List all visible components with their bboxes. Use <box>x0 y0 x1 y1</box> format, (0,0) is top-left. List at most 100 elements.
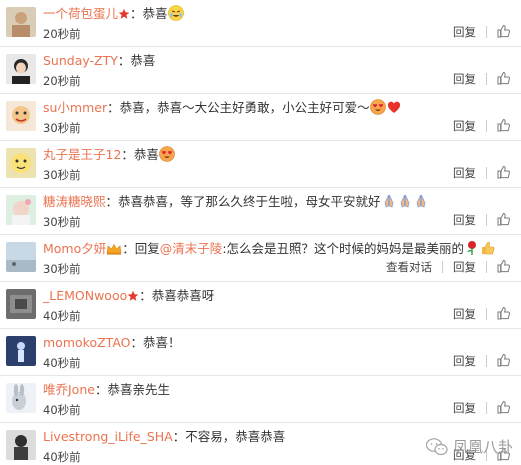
reply-prefix: 回复 <box>134 241 160 256</box>
comment-row: 唯乔Jone：恭喜亲先生 40秒前 回复 <box>0 376 521 423</box>
reply-button[interactable]: 回复 <box>453 24 476 40</box>
red-heart-emoji <box>387 101 400 113</box>
red-star-badge-icon <box>118 8 130 19</box>
avatar[interactable] <box>6 101 36 131</box>
comment-body: su小mmer：恭喜，恭喜～大公主好勇敢，小公主好可爱～ <box>43 99 511 117</box>
comment-body: 唯乔Jone：恭喜亲先生 <box>43 381 511 399</box>
comment-actions: 回复 <box>453 70 511 88</box>
comment-row: _LEMONwooo ：恭喜恭喜呀 40秒前 回复 <box>0 282 521 329</box>
pray-emoji <box>384 194 393 208</box>
divider <box>486 214 487 226</box>
separator: ： <box>107 100 120 115</box>
like-icon[interactable] <box>497 24 511 41</box>
avatar[interactable] <box>6 54 36 84</box>
reply-button[interactable]: 回复 <box>453 353 476 369</box>
reply-button[interactable]: 回复 <box>453 118 476 134</box>
like-icon[interactable] <box>497 118 511 135</box>
reply-button[interactable]: 回复 <box>453 212 476 228</box>
separator: ： <box>130 335 144 350</box>
like-icon[interactable] <box>497 306 511 323</box>
divider <box>486 26 487 38</box>
like-icon[interactable] <box>497 165 511 182</box>
divider <box>486 261 487 273</box>
separator: ： <box>122 241 135 256</box>
username-link[interactable]: su小mmer <box>43 100 107 115</box>
divider <box>486 73 487 85</box>
username-link[interactable]: 一个荷包蛋儿 <box>43 6 118 21</box>
timestamp: 20秒前 <box>43 27 81 41</box>
mention-link[interactable]: @清末子陵 <box>160 241 223 256</box>
comment-body: 一个荷包蛋儿 ：恭喜 <box>43 5 511 23</box>
comment-body: 糖涛糖晓熙：恭喜恭喜，等了那么久终于生啦，母女平安就好 <box>43 193 511 211</box>
divider <box>486 308 487 320</box>
comment-text: 恭喜！ <box>143 335 181 350</box>
like-icon[interactable] <box>497 71 511 88</box>
avatar[interactable] <box>6 336 36 366</box>
comment-text: 恭喜 <box>142 6 168 21</box>
reply-button[interactable]: 回复 <box>453 165 476 181</box>
separator: ： <box>121 147 134 162</box>
username-link[interactable]: Sunday-ZTY <box>43 53 118 68</box>
comment-body: 丸子是王子12：恭喜 <box>43 146 511 164</box>
divider <box>442 261 443 273</box>
avatar[interactable] <box>6 430 36 460</box>
like-icon[interactable] <box>497 400 511 417</box>
avatar[interactable] <box>6 383 36 413</box>
reply-button[interactable]: 回复 <box>453 400 476 416</box>
comment-actions: 回复 <box>453 23 511 41</box>
avatar[interactable] <box>6 148 36 178</box>
comment-row: Momo夕妍 ：回复@清末子陵:怎么会是丑照？这个时候的妈妈是最美丽的 30秒前 … <box>0 235 521 282</box>
pray-emoji <box>416 194 425 208</box>
pray-emoji <box>400 194 409 208</box>
avatar[interactable] <box>6 242 36 272</box>
heart-eyes-emoji <box>369 99 386 115</box>
timestamp: 30秒前 <box>43 262 81 276</box>
reply-button[interactable]: 回复 <box>453 259 476 275</box>
reply-button[interactable]: 回复 <box>453 71 476 87</box>
comment-row: momokoZTAO：恭喜！ 40秒前 回复 <box>0 329 521 376</box>
username-link[interactable]: 糖涛糖晓熙 <box>43 194 106 209</box>
username-link[interactable]: 唯乔Jone <box>43 382 95 397</box>
wechat-icon <box>425 437 448 455</box>
heart-eyes-emoji <box>159 146 175 162</box>
avatar[interactable] <box>6 195 36 225</box>
comment-text: 恭喜 <box>133 147 159 162</box>
username-link[interactable]: _LEMONwooo <box>43 288 127 303</box>
like-icon[interactable] <box>497 353 511 370</box>
comment-body: Sunday-ZTY：恭喜 <box>43 52 511 70</box>
comment-actions: 回复 <box>453 117 511 135</box>
comment-actions: 回复 <box>453 305 511 323</box>
comment-row: 一个荷包蛋儿 ：恭喜 20秒前 回复 <box>0 0 521 47</box>
comment-list: 一个荷包蛋儿 ：恭喜 20秒前 回复 Sunday-ZTY：恭喜 20秒前 回复 … <box>0 0 521 465</box>
username-link[interactable]: 丸子是王子12 <box>43 147 121 162</box>
watermark: 凤凰八卦 <box>425 436 513 457</box>
like-icon[interactable] <box>497 212 511 229</box>
comment-text: 恭喜 <box>130 53 156 68</box>
comment-actions: 回复 <box>453 164 511 182</box>
comment-row: su小mmer：恭喜，恭喜～大公主好勇敢，小公主好可爱～ 30秒前 回复 <box>0 94 521 141</box>
divider <box>486 402 487 414</box>
comment-actions: 回复 <box>453 399 511 417</box>
separator: ： <box>94 382 108 397</box>
rose-emoji <box>467 241 477 255</box>
avatar[interactable] <box>6 7 36 37</box>
comment-body: Momo夕妍 ：回复@清末子陵:怎么会是丑照？这个时候的妈妈是最美丽的 <box>43 240 511 258</box>
timestamp: 40秒前 <box>43 450 81 464</box>
comment-text: 恭喜亲先生 <box>107 382 170 397</box>
comment-body: momokoZTAO：恭喜！ <box>43 334 511 352</box>
username-link[interactable]: Livestrong_iLife_SHA <box>43 429 173 444</box>
timestamp: 40秒前 <box>43 356 81 370</box>
reply-button[interactable]: 回复 <box>453 306 476 322</box>
comment-actions: 回复 <box>453 352 511 370</box>
timestamp: 30秒前 <box>43 215 81 229</box>
comment-text: :怎么会是丑照？这个时候的妈妈是最美丽的 <box>222 241 465 256</box>
like-icon[interactable] <box>497 259 511 276</box>
view-conversation-link[interactable]: 查看对话 <box>386 259 432 275</box>
separator: ： <box>172 429 186 444</box>
username-link[interactable]: Momo夕妍 <box>43 241 106 256</box>
timestamp: 40秒前 <box>43 403 81 417</box>
vip-crown-badge-icon <box>106 243 122 255</box>
avatar[interactable] <box>6 289 36 319</box>
username-link[interactable]: momokoZTAO <box>43 335 131 350</box>
comment-text: 不容易，恭喜恭喜 <box>185 429 286 444</box>
